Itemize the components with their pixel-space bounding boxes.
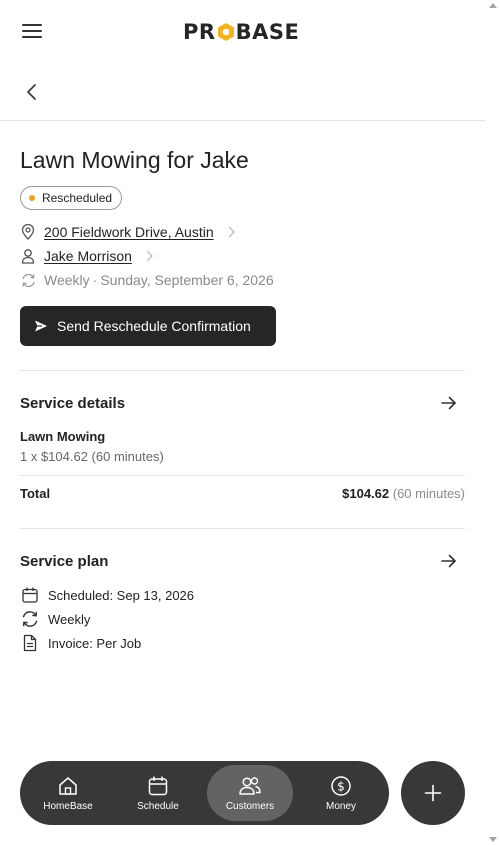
service-plan-arrow-icon[interactable]: [440, 552, 458, 570]
back-chevron-icon[interactable]: [22, 82, 42, 102]
service-details-arrow-icon[interactable]: [440, 394, 458, 412]
home-icon: [59, 776, 77, 795]
plan-scheduled-row: Scheduled: Sep 13, 2026: [20, 585, 194, 605]
nav-label-customers: Customers: [225, 800, 275, 812]
probase-logo[interactable]: PR BASE: [183, 20, 299, 44]
bottom-navigation: HomeBase Schedule Customers $ Money: [20, 761, 389, 825]
send-icon: [35, 320, 47, 332]
vertical-scrollbar[interactable]: [485, 0, 500, 845]
calendar-icon: [148, 776, 168, 795]
plan-frequency-text: Weekly: [48, 611, 91, 627]
total-duration: (60 minutes): [392, 486, 465, 501]
divider: [20, 528, 465, 529]
repeat-icon: [20, 609, 40, 629]
address-row: 200 Fieldwork Drive, Austin: [20, 222, 236, 242]
logo-text-left: PR: [183, 20, 216, 44]
address-chevron-icon: [228, 226, 235, 238]
customer-link[interactable]: Jake Morrison: [44, 248, 132, 264]
users-icon: [239, 776, 261, 795]
send-button-label: Send Reschedule Confirmation: [57, 318, 251, 334]
status-label: Rescheduled: [42, 191, 113, 205]
service-details-title: Service details: [20, 395, 126, 412]
total-amount: $104.62: [342, 486, 390, 501]
recurrence-separator: ·: [92, 272, 98, 288]
add-button[interactable]: [401, 761, 465, 825]
dollar-icon: $: [331, 775, 351, 796]
person-icon: [20, 248, 36, 264]
recurrence-row: Weekly · Sunday, September 6, 2026: [20, 270, 274, 290]
divider: [20, 475, 465, 476]
back-bar: [0, 62, 485, 121]
document-icon: [20, 633, 40, 653]
customer-chevron-icon: [146, 250, 153, 262]
customer-row: Jake Morrison: [20, 246, 154, 266]
nav-label-schedule: Schedule: [137, 800, 179, 812]
top-bar: PR BASE: [0, 0, 485, 62]
address-link[interactable]: 200 Fieldwork Drive, Austin: [44, 224, 214, 240]
service-item-quantity: 1 x $104.62 (60 minutes): [20, 449, 164, 464]
plan-invoice-text: Invoice: Per Job: [48, 635, 142, 651]
calendar-icon: [20, 585, 40, 605]
scroll-up-icon[interactable]: [489, 3, 497, 8]
nav-item-homebase[interactable]: HomeBase: [25, 765, 111, 821]
total-label: Total: [20, 486, 51, 501]
nav-item-customers[interactable]: Customers: [207, 765, 293, 821]
send-reschedule-confirmation-button[interactable]: Send Reschedule Confirmation: [20, 306, 276, 346]
plus-icon: [424, 784, 442, 802]
nav-item-money[interactable]: $ Money: [298, 765, 384, 821]
status-badge: Rescheduled: [20, 186, 123, 210]
nav-label-homebase: HomeBase: [43, 800, 93, 812]
page-title: Lawn Mowing for Jake: [20, 147, 249, 173]
plan-scheduled-text: Scheduled: Sep 13, 2026: [48, 587, 195, 603]
plan-invoice-row: Invoice: Per Job: [20, 633, 141, 653]
location-pin-icon: [20, 224, 36, 240]
svg-text:$: $: [337, 779, 345, 793]
repeat-icon: [20, 272, 36, 288]
total-value: $104.62 (60 minutes): [342, 486, 465, 501]
plan-frequency-row: Weekly: [20, 609, 90, 629]
logo-text-right: BASE: [235, 20, 300, 44]
service-item-name: Lawn Mowing: [20, 429, 106, 444]
scroll-down-icon[interactable]: [489, 837, 497, 842]
recurrence-frequency: Weekly: [44, 272, 90, 288]
status-dot: [29, 195, 35, 201]
page-content: PR BASE Lawn Mowing for Jake Rescheduled…: [0, 0, 485, 845]
appointment-date: Sunday, September 6, 2026: [100, 272, 274, 288]
logo-hex-icon: [217, 23, 234, 41]
service-plan-title: Service plan: [20, 553, 109, 570]
nav-label-money: Money: [325, 800, 356, 812]
menu-icon[interactable]: [22, 24, 42, 40]
nav-item-schedule[interactable]: Schedule: [115, 765, 201, 821]
divider: [20, 370, 465, 371]
